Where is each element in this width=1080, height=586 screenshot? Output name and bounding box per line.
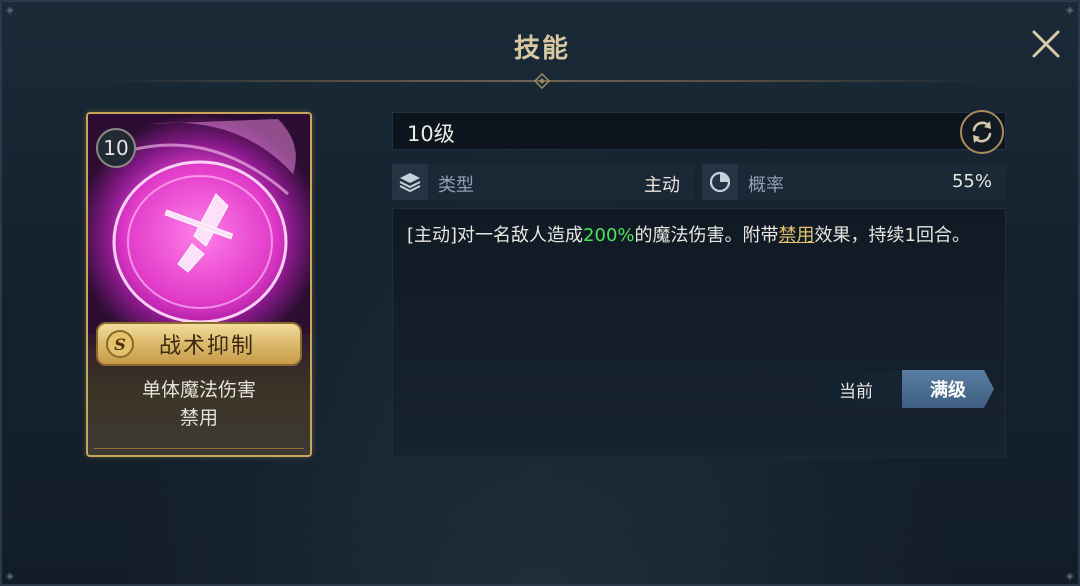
skill-level: 10级 bbox=[407, 122, 455, 146]
type-value: 主动 bbox=[644, 175, 680, 196]
type-stat: 类型 主动 bbox=[392, 164, 694, 200]
damage-percent: 200% bbox=[583, 225, 635, 246]
skill-name: 战术抑制 bbox=[158, 334, 255, 359]
skill-description: [主动]对一名敌人造成200%的魔法伤害。附带禁用效果，持续1回合。 bbox=[407, 221, 997, 251]
card-frame-line bbox=[94, 442, 304, 449]
corner-ornament-icon: ◈ bbox=[6, 571, 14, 582]
grade-badge: S bbox=[106, 330, 134, 358]
skill-tag: 单体魔法伤害 bbox=[141, 379, 256, 401]
dialog-title: 技能 bbox=[513, 34, 570, 64]
type-label: 类型 bbox=[438, 175, 474, 196]
skill-tag: 禁用 bbox=[179, 407, 218, 429]
desc-suffix: 效果，持续1回合。 bbox=[814, 225, 970, 246]
skill-name-banner: S 战术抑制 bbox=[96, 322, 302, 366]
current-level-tab[interactable]: 当前 bbox=[808, 370, 904, 408]
chance-label: 概率 bbox=[748, 175, 784, 196]
layers-icon bbox=[399, 173, 421, 193]
skill-card: 10 S 战术抑制 单体魔法伤害 禁用 bbox=[86, 112, 312, 457]
close-icon bbox=[1032, 30, 1060, 58]
skill-dialog: ◈ ◈ ◈ ◈ 技能 10 S 战术抑制 单体魔法伤害 禁用 10级 类型 主动… bbox=[0, 0, 1080, 586]
level-badge: 10 bbox=[96, 128, 136, 168]
type-icon-wrap bbox=[392, 164, 428, 200]
level-bar: 10级 bbox=[392, 112, 1006, 150]
chance-stat: 概率 55% bbox=[702, 164, 1006, 200]
desc-prefix: [主动]对一名敌人造成 bbox=[407, 225, 584, 246]
refresh-icon bbox=[972, 121, 992, 143]
skill-tags: 单体魔法伤害 禁用 bbox=[88, 376, 310, 432]
max-level-tab[interactable]: 满级 bbox=[902, 370, 994, 408]
corner-ornament-icon: ◈ bbox=[1066, 5, 1074, 16]
pie-chart-icon bbox=[709, 171, 731, 193]
refresh-button[interactable] bbox=[960, 110, 1004, 154]
corner-ornament-icon: ◈ bbox=[6, 5, 14, 16]
description-panel: [主动]对一名敌人造成200%的魔法伤害。附带禁用效果，持续1回合。 bbox=[392, 208, 1006, 458]
close-button[interactable] bbox=[1028, 26, 1064, 62]
effect-link[interactable]: 禁用 bbox=[779, 225, 815, 246]
diamond-ornament-icon bbox=[533, 72, 551, 90]
desc-mid: 的魔法伤害。附带 bbox=[634, 225, 779, 246]
chance-value: 55% bbox=[951, 171, 992, 192]
chance-icon-wrap bbox=[702, 164, 738, 200]
corner-ornament-icon: ◈ bbox=[1066, 571, 1074, 582]
